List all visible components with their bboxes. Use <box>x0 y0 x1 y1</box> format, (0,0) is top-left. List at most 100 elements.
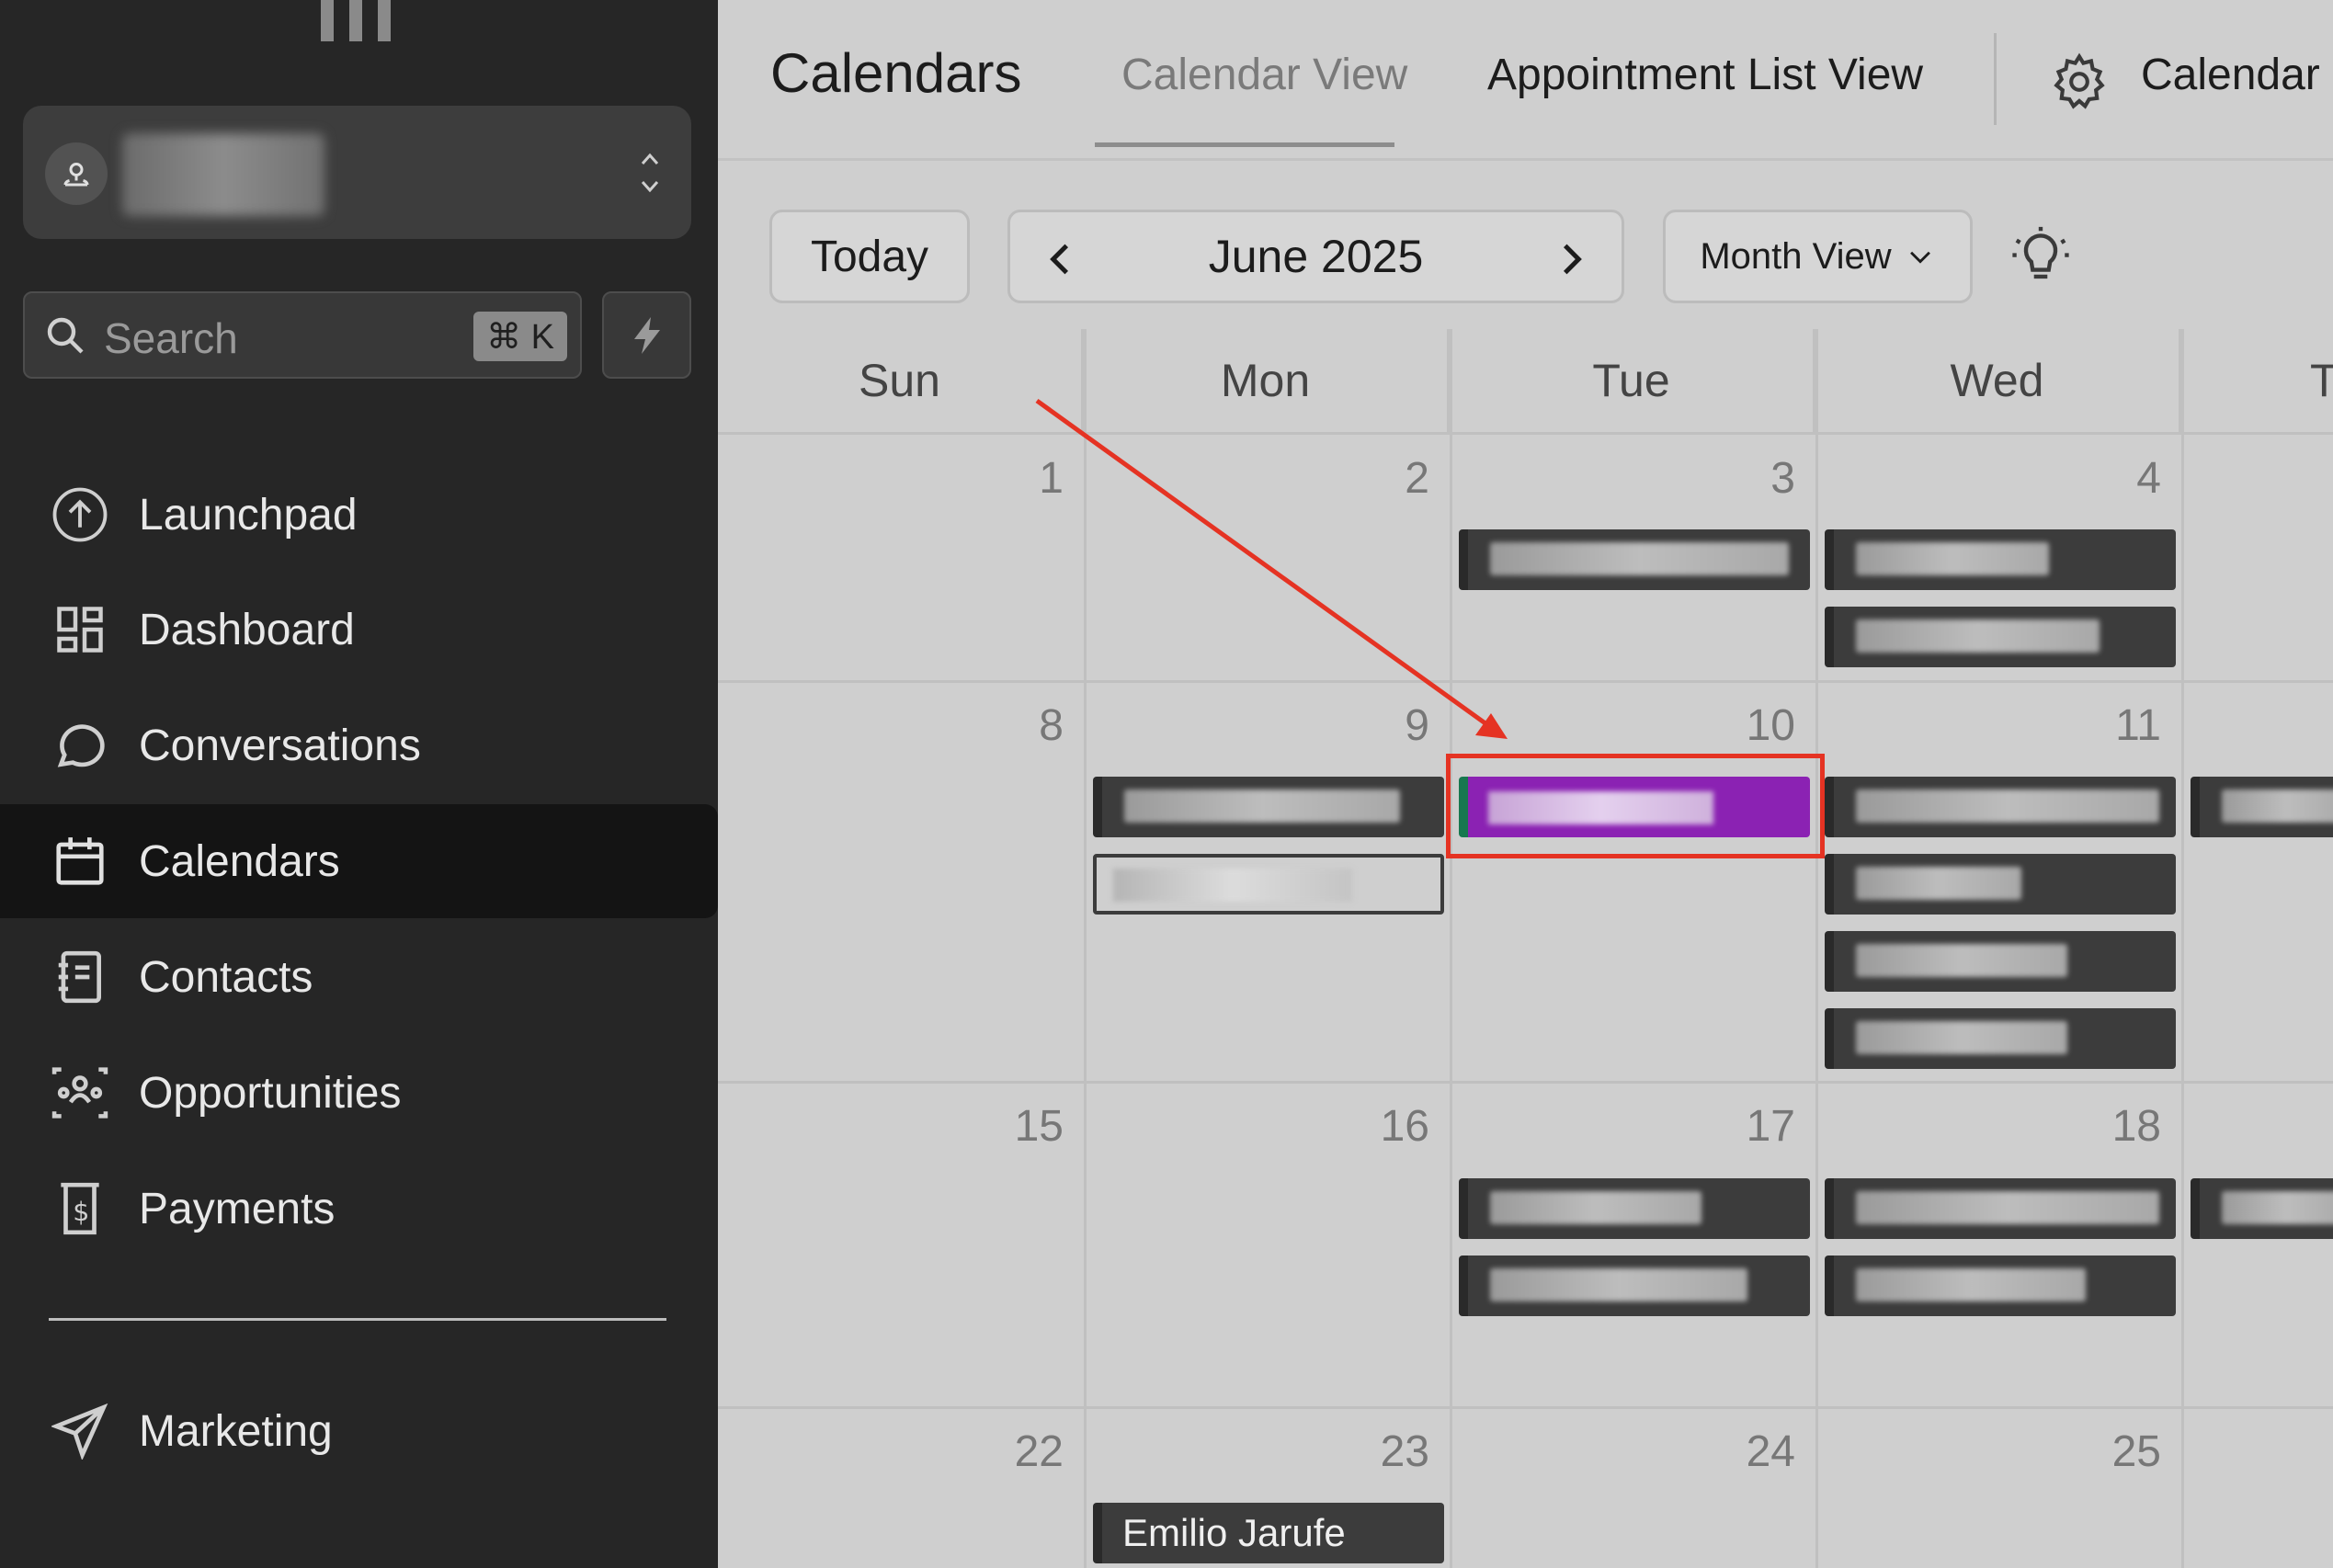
chevron-left-icon[interactable] <box>1038 236 1084 282</box>
sidebar-item-marketing[interactable]: Marketing <box>0 1374 718 1488</box>
date-number[interactable]: 18 <box>2069 1101 2161 1152</box>
sidebar-item-label: Launchpad <box>139 490 358 540</box>
date-number[interactable]: 23 <box>1337 1426 1429 1477</box>
calendar-event[interactable] <box>1459 1178 1810 1239</box>
event-title-redacted <box>1856 542 2049 575</box>
location-name-redacted <box>122 133 324 216</box>
location-switcher[interactable] <box>23 106 691 239</box>
calendar-event[interactable] <box>1825 1178 2176 1239</box>
main-content: Calendars Calendar View Appointment List… <box>718 0 2333 1568</box>
event-title-redacted <box>1856 619 2100 653</box>
calendar-event[interactable] <box>1825 777 2176 837</box>
grid-divider <box>2181 329 2184 1568</box>
tab-appointment-list-view[interactable]: Appointment List View <box>1487 50 1923 100</box>
calendar-event-outlined[interactable] <box>1093 854 1444 915</box>
event-title-redacted <box>1490 542 1789 575</box>
month-grid: Sun Mon Tue Wed T 1 2 3 4 8 9 10 11 15 1… <box>718 329 2333 1568</box>
date-number[interactable]: 10 <box>1703 700 1795 751</box>
calendar-event[interactable] <box>1825 931 2176 992</box>
date-number[interactable]: 22 <box>972 1426 1064 1477</box>
calendar-event[interactable] <box>1825 529 2176 590</box>
sidebar-item-label: Payments <box>139 1184 336 1233</box>
weekday-header: Sun <box>718 329 1084 432</box>
sidebar-item-label: Contacts <box>139 952 313 1002</box>
tab-separator <box>1994 33 1997 125</box>
annotation-highlight-box <box>1446 754 1825 858</box>
event-title-redacted <box>1856 1268 2086 1301</box>
grid-divider <box>718 680 2333 683</box>
date-number[interactable]: 2 <box>1337 453 1429 504</box>
sidebar-item-label: Conversations <box>139 721 421 770</box>
grid-divider <box>1084 329 1087 1568</box>
page-title: Calendars <box>770 42 1022 104</box>
event-title-redacted <box>1856 944 2067 977</box>
weekday-header: Wed <box>1815 329 2181 432</box>
dashboard-icon <box>48 597 112 662</box>
sidebar-item-launchpad[interactable]: Launchpad <box>0 458 718 572</box>
sidebar-item-opportunities[interactable]: Opportunities <box>0 1036 718 1150</box>
date-number[interactable]: 25 <box>2069 1426 2161 1477</box>
calendar-event[interactable]: Emilio Jarufe <box>1093 1503 1444 1563</box>
gear-icon[interactable] <box>2049 51 2110 112</box>
calendar-event[interactable] <box>1459 529 1810 590</box>
calendar-event[interactable] <box>1825 1008 2176 1069</box>
tab-calendar-settings[interactable]: Calendar <box>2141 50 2320 100</box>
date-number[interactable]: 3 <box>1703 453 1795 504</box>
calendar-event[interactable] <box>1093 777 1444 837</box>
calendar-toolbar: Today June 2025 Month View <box>718 158 2333 329</box>
date-number[interactable]: 4 <box>2069 453 2161 504</box>
opportunities-icon <box>48 1061 112 1125</box>
sidebar-item-label: Calendars <box>139 836 340 886</box>
view-mode-label: Month View <box>1700 235 1892 277</box>
sidebar-item-payments[interactable]: $ Payments <box>0 1152 718 1266</box>
tab-calendar-view[interactable]: Calendar View <box>1121 50 1407 100</box>
date-number[interactable]: 8 <box>972 700 1064 751</box>
event-title-redacted <box>1490 1191 1701 1224</box>
calendar-event[interactable] <box>1459 1256 1810 1316</box>
calendar-event[interactable] <box>1825 607 2176 667</box>
date-number[interactable]: 17 <box>1703 1101 1795 1152</box>
chevron-down-icon <box>1909 251 1930 264</box>
sidebar: Search ⌘ K Launchpad Dashboard Conversat… <box>0 0 718 1568</box>
sidebar-item-label: Dashboard <box>139 605 355 654</box>
payments-icon: $ <box>48 1176 112 1241</box>
calendar-event[interactable] <box>2191 1178 2333 1239</box>
calendar-event[interactable] <box>1825 1256 2176 1316</box>
search-input[interactable]: Search ⌘ K <box>23 291 582 379</box>
weekday-header: T <box>2181 329 2333 432</box>
quick-action-button[interactable] <box>602 291 691 379</box>
event-title-redacted <box>1124 790 1400 823</box>
today-button[interactable]: Today <box>769 210 970 303</box>
send-icon <box>48 1399 112 1463</box>
sidebar-item-contacts[interactable]: Contacts <box>0 920 718 1034</box>
location-pin-icon <box>45 142 108 205</box>
date-number[interactable]: 16 <box>1337 1101 1429 1152</box>
date-number[interactable]: 24 <box>1703 1426 1795 1477</box>
sidebar-item-conversations[interactable]: Conversations <box>0 688 718 802</box>
date-number[interactable]: 9 <box>1337 700 1429 751</box>
search-placeholder: Search <box>104 314 238 362</box>
sidebar-item-dashboard[interactable]: Dashboard <box>0 573 718 687</box>
launchpad-icon <box>48 483 112 547</box>
chevron-right-icon[interactable] <box>1548 236 1594 282</box>
date-number[interactable]: 11 <box>2069 700 2161 751</box>
sidebar-divider <box>49 1318 666 1321</box>
event-title-redacted <box>2222 790 2333 823</box>
page-header: Calendars Calendar View Appointment List… <box>718 0 2333 161</box>
grid-divider <box>718 1406 2333 1409</box>
grid-divider <box>1450 329 1452 1568</box>
grid-divider <box>718 432 2333 435</box>
view-mode-dropdown[interactable]: Month View <box>1663 210 1973 303</box>
lightbulb-icon[interactable] <box>2009 224 2073 289</box>
calendar-event[interactable] <box>2191 777 2333 837</box>
event-title-redacted <box>1856 1021 2067 1054</box>
event-title-redacted <box>1856 790 2159 823</box>
sidebar-item-calendars[interactable]: Calendars <box>0 804 718 918</box>
app-logo <box>321 0 391 41</box>
search-icon <box>47 317 84 354</box>
date-number[interactable]: 1 <box>972 453 1064 504</box>
chat-icon <box>48 713 112 778</box>
calendar-event[interactable] <box>1825 854 2176 915</box>
date-number[interactable]: 15 <box>972 1101 1064 1152</box>
sidebar-item-label: Opportunities <box>139 1068 402 1118</box>
